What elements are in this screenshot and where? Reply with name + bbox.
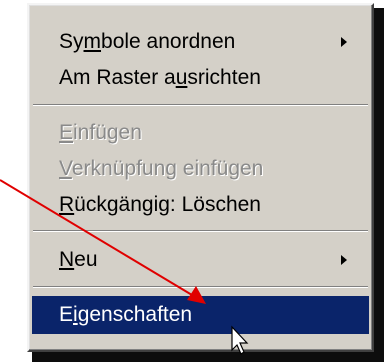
- menu-separator: [33, 230, 368, 232]
- menu-item-label: srichten: [187, 66, 261, 89]
- menu-item-label: E: [59, 303, 74, 326]
- menu-item-accelerator: m: [83, 30, 102, 53]
- menu-item-accelerator: E: [59, 121, 74, 144]
- menu-item-label: Am Raster a: [59, 66, 176, 89]
- menu-separator: [33, 104, 368, 106]
- menu-item-neu[interactable]: Neu: [32, 241, 369, 279]
- menu-item-rueckgaengig-loeschen[interactable]: Rückgängig: Löschen: [32, 186, 369, 224]
- menu-item-verknuepfung-einfuegen: Verknüpfung einfügen: [32, 150, 369, 188]
- menu-item-accelerator: R: [59, 193, 75, 216]
- context-menu: Symbole anordnen Am Raster ausrichten Ei…: [27, 3, 374, 352]
- menu-item-label: eu: [74, 248, 98, 271]
- menu-item-label: Sy: [59, 30, 84, 53]
- menu-item-label: erknüpfung einfügen: [71, 157, 264, 180]
- menu-item-label: infügen: [73, 121, 142, 144]
- menu-item-accelerator: N: [59, 248, 75, 271]
- menu-item-label: bole anordnen: [101, 30, 236, 53]
- chevron-right-icon: [341, 37, 347, 47]
- menu-item-am-raster-ausrichten[interactable]: Am Raster ausrichten: [32, 59, 369, 97]
- menu-item-label: ückgängig: Löschen: [74, 193, 261, 216]
- menu-item-einfuegen: Einfügen: [32, 114, 369, 152]
- menu-item-eigenschaften[interactable]: Eigenschaften: [32, 296, 369, 334]
- menu-item-accelerator: V: [59, 157, 72, 180]
- menu-item-accelerator: u: [175, 66, 188, 89]
- chevron-right-icon: [341, 255, 347, 265]
- menu-separator: [33, 286, 368, 288]
- menu-item-label: genschaften: [77, 303, 193, 326]
- menu-item-symbole-anordnen[interactable]: Symbole anordnen: [32, 23, 369, 61]
